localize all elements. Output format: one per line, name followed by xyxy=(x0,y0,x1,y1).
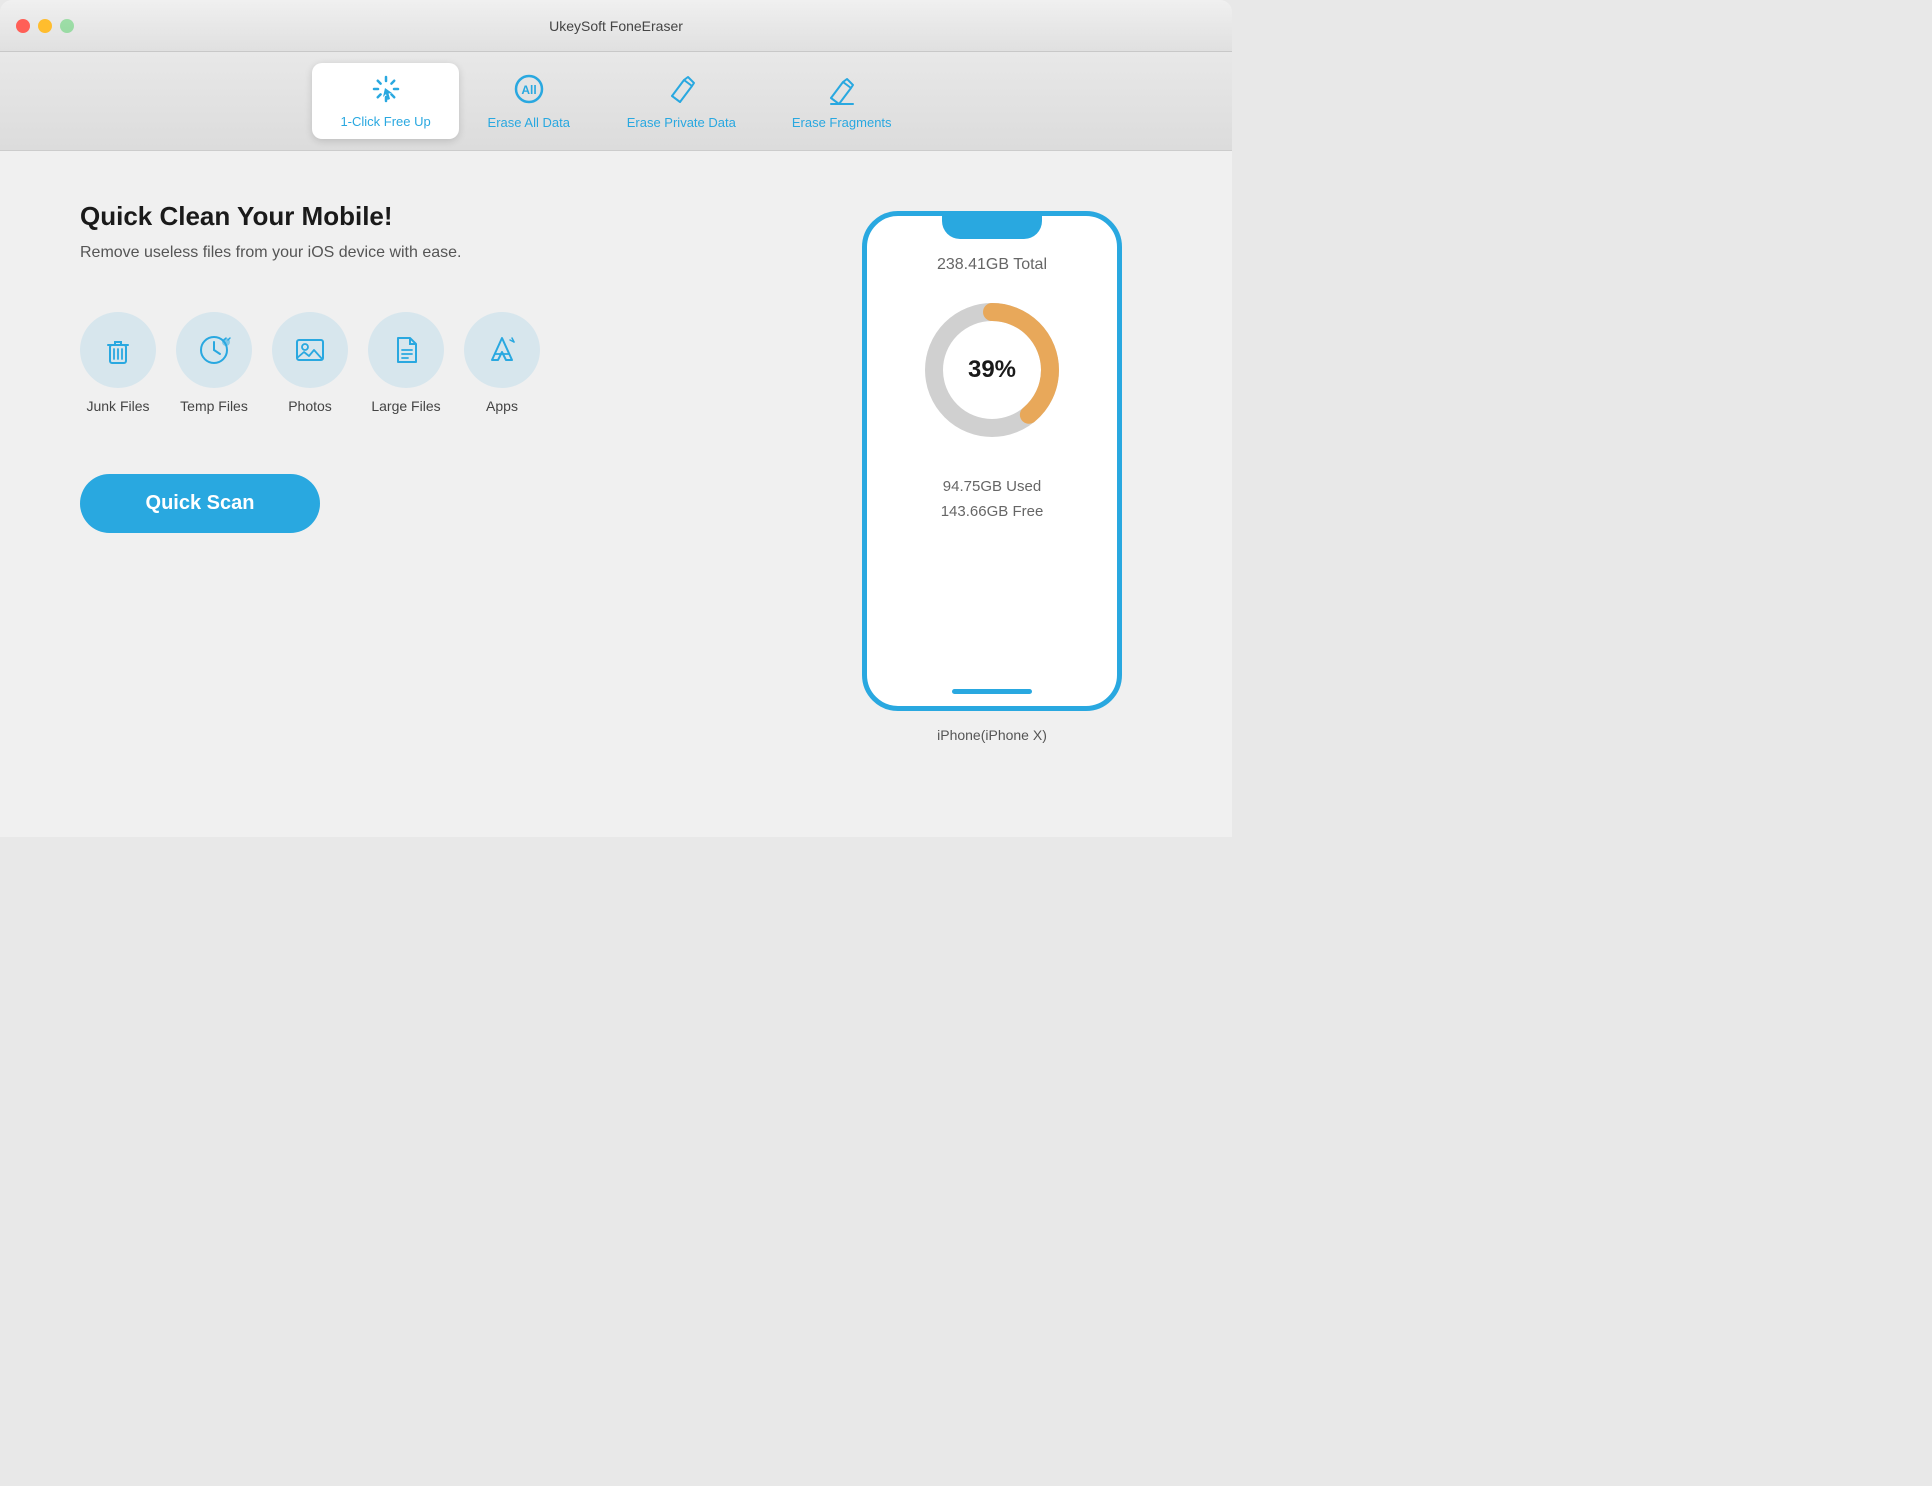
total-storage-label: 238.41GB Total xyxy=(937,256,1047,274)
tab-erase-fragments[interactable]: Erase Fragments xyxy=(764,62,920,140)
left-panel: Quick Clean Your Mobile! Remove useless … xyxy=(80,201,792,797)
trash-icon xyxy=(100,332,136,368)
window-controls xyxy=(16,19,74,33)
clock-icon xyxy=(196,332,232,368)
svg-text:All: All xyxy=(521,83,536,97)
cursor-icon xyxy=(370,73,402,110)
eraser1-icon xyxy=(664,72,698,111)
maximize-button[interactable] xyxy=(60,19,74,33)
apps-icon xyxy=(484,332,520,368)
large-files-icon-wrap xyxy=(368,312,444,388)
junk-files-label: Junk Files xyxy=(86,398,149,414)
apps-icon-wrap xyxy=(464,312,540,388)
tab-one-click-label: 1-Click Free Up xyxy=(340,114,430,129)
minimize-button[interactable] xyxy=(38,19,52,33)
tab-one-click-free-up[interactable]: 1-Click Free Up xyxy=(312,63,458,139)
apps-label: Apps xyxy=(486,398,518,414)
erase-all-icon: All xyxy=(512,72,546,111)
device-name-label: iPhone(iPhone X) xyxy=(937,727,1047,743)
eraser2-icon xyxy=(825,72,859,111)
tab-erase-private-data[interactable]: Erase Private Data xyxy=(599,62,764,140)
photos-icon-wrap xyxy=(272,312,348,388)
storage-donut-chart: 39% xyxy=(912,290,1072,450)
iphone-content: 238.41GB Total 39% 94.75GB Used 143.66GB… xyxy=(887,256,1097,520)
tab-erase-fragments-label: Erase Fragments xyxy=(792,115,892,130)
right-panel: 238.41GB Total 39% 94.75GB Used 143.66GB… xyxy=(832,201,1152,797)
large-files-label: Large Files xyxy=(371,398,440,414)
photo-icon xyxy=(292,332,328,368)
junk-files-icon-wrap xyxy=(80,312,156,388)
feature-photos[interactable]: Photos xyxy=(272,312,348,414)
iphone-home-indicator xyxy=(952,689,1032,694)
iphone-mockup: 238.41GB Total 39% 94.75GB Used 143.66GB… xyxy=(862,211,1122,711)
feature-temp-files[interactable]: Temp Files xyxy=(176,312,252,414)
main-content: Quick Clean Your Mobile! Remove useless … xyxy=(0,151,1232,837)
usage-percent-label: 39% xyxy=(968,356,1016,384)
app-title: UkeySoft FoneEraser xyxy=(549,18,683,34)
feature-apps[interactable]: Apps xyxy=(464,312,540,414)
tab-erase-all-data[interactable]: All Erase All Data xyxy=(459,62,599,140)
features-row: Junk Files Temp Files xyxy=(80,312,792,414)
tab-bar: 1-Click Free Up All Erase All Data Erase… xyxy=(0,52,1232,151)
photos-label: Photos xyxy=(288,398,332,414)
tab-erase-all-label: Erase All Data xyxy=(488,115,570,130)
feature-large-files[interactable]: Large Files xyxy=(368,312,444,414)
feature-junk-files[interactable]: Junk Files xyxy=(80,312,156,414)
used-storage-label: 94.75GB Used xyxy=(943,478,1041,495)
tab-erase-private-label: Erase Private Data xyxy=(627,115,736,130)
large-file-icon xyxy=(388,332,424,368)
temp-files-icon-wrap xyxy=(176,312,252,388)
close-button[interactable] xyxy=(16,19,30,33)
subheadline: Remove useless files from your iOS devic… xyxy=(80,244,792,262)
iphone-notch xyxy=(942,215,1042,239)
quick-scan-button[interactable]: Quick Scan xyxy=(80,474,320,533)
free-storage-label: 143.66GB Free xyxy=(941,503,1044,520)
title-bar: UkeySoft FoneEraser xyxy=(0,0,1232,52)
headline: Quick Clean Your Mobile! xyxy=(80,201,792,232)
temp-files-label: Temp Files xyxy=(180,398,248,414)
